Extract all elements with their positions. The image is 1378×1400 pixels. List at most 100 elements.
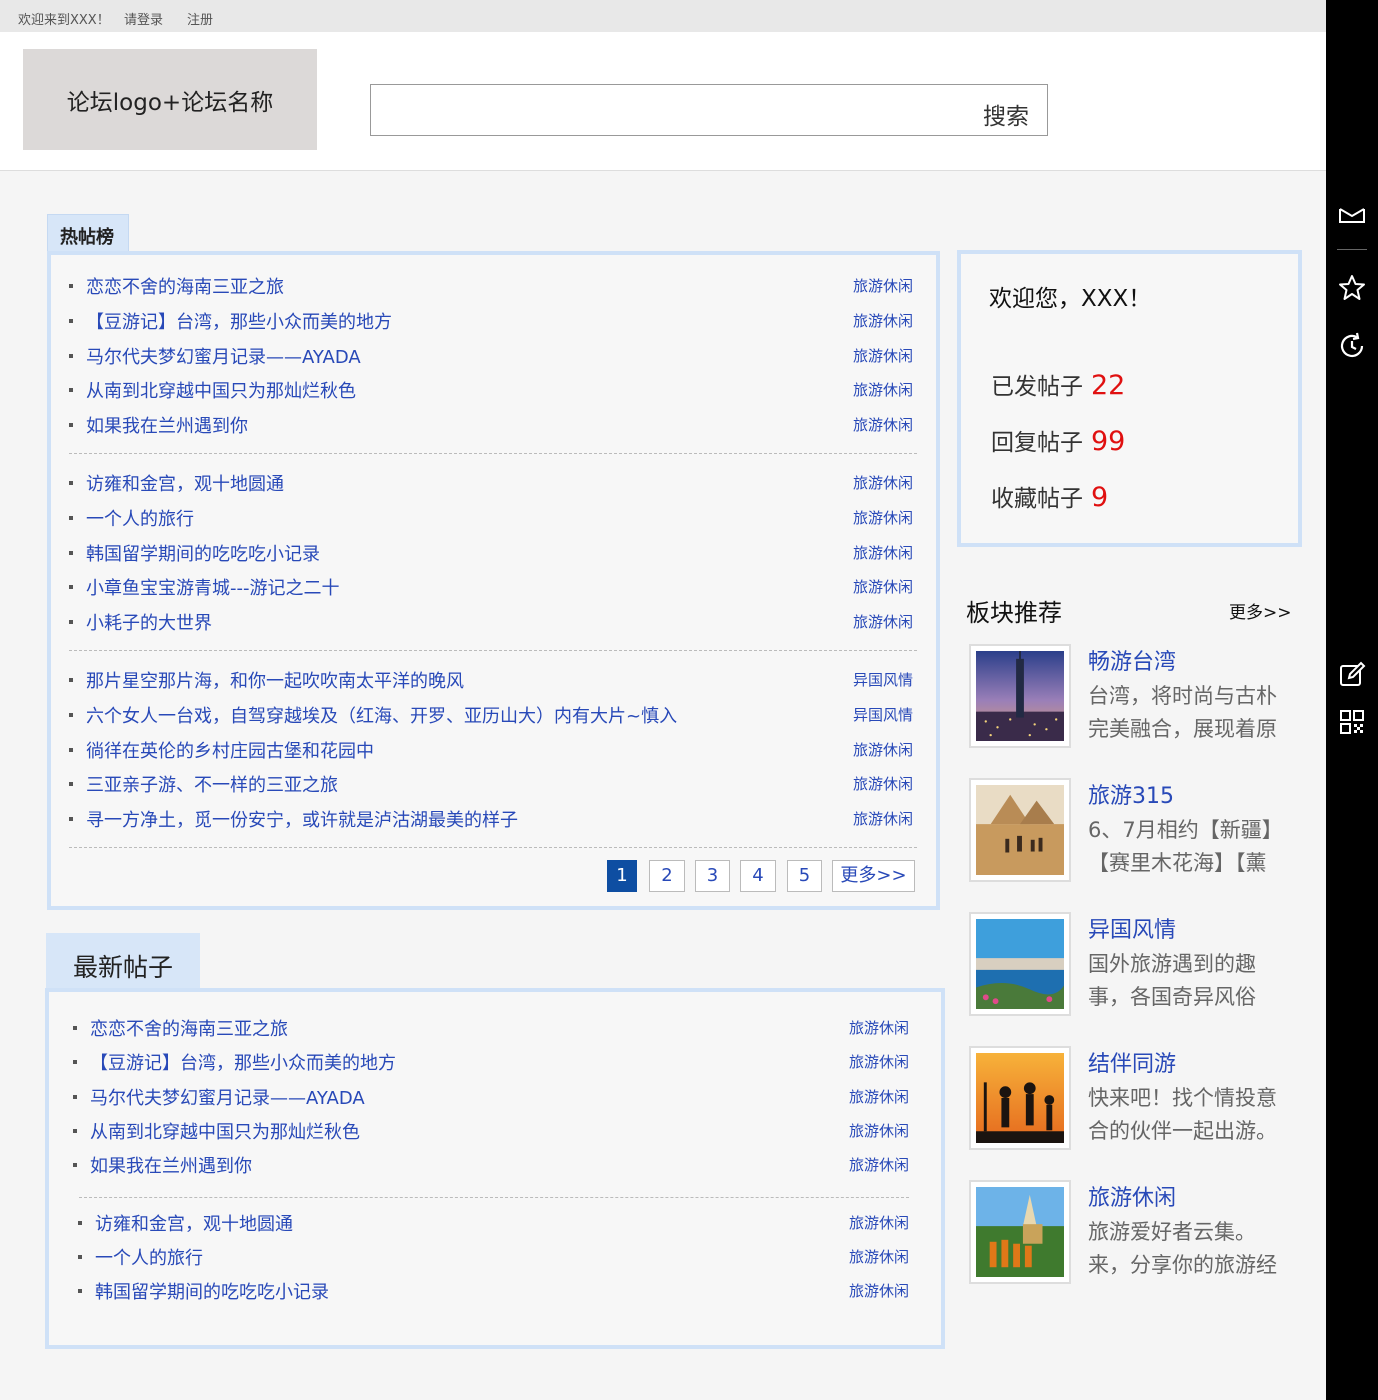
register-link[interactable]: 注册 xyxy=(187,9,213,28)
recommend-name[interactable]: 畅游台湾 xyxy=(1088,644,1176,676)
post-row[interactable]: 寻一方净土，觅一份安宁，或许就是泸沽湖最美的样子 旅游休闲 xyxy=(69,806,919,834)
post-row[interactable]: 韩国留学期间的吃吃吃小记录 旅游休闲 xyxy=(78,1278,918,1306)
post-category-tag[interactable]: 旅游休闲 xyxy=(853,611,913,632)
post-row[interactable]: 一个人的旅行 旅游休闲 xyxy=(78,1244,918,1272)
recommend-item[interactable]: 畅游台湾 台湾，将时尚与古朴完美融合，展现着原 xyxy=(969,644,1299,754)
recommend-name[interactable]: 结伴同游 xyxy=(1088,1046,1176,1078)
pyramids-camels-photo[interactable] xyxy=(969,778,1071,882)
post-category-tag[interactable]: 旅游休闲 xyxy=(849,1051,909,1072)
page-4-button[interactable]: 4 xyxy=(740,860,776,892)
post-category-tag[interactable]: 旅游休闲 xyxy=(853,472,913,493)
page-2-button[interactable]: 2 xyxy=(649,860,685,892)
post-title[interactable]: 马尔代夫梦幻蜜月记录——AYADA xyxy=(90,1084,365,1110)
recommend-name[interactable]: 异国风情 xyxy=(1088,912,1176,944)
post-category-tag[interactable]: 旅游休闲 xyxy=(853,379,913,400)
post-row[interactable]: 那片星空那片海，和你一起吹吹南太平洋的晚风 异国风情 xyxy=(69,667,919,695)
post-row[interactable]: 六个女人一台戏，自驾穿越埃及（红海、开罗、亚历山大）内有大片~慎入 异国风情 xyxy=(69,702,919,730)
post-title[interactable]: 三亚亲子游、不一样的三亚之旅 xyxy=(86,771,338,797)
post-title[interactable]: 六个女人一台戏，自驾穿越埃及（红海、开罗、亚历山大）内有大片~慎入 xyxy=(86,702,677,728)
post-row[interactable]: 恋恋不舍的海南三亚之旅 旅游休闲 xyxy=(73,1015,913,1043)
post-title[interactable]: 【豆游记】台湾，那些小众而美的地方 xyxy=(86,308,392,334)
post-row[interactable]: 马尔代夫梦幻蜜月记录——AYADA 旅游休闲 xyxy=(73,1084,913,1112)
post-title[interactable]: 如果我在兰州遇到你 xyxy=(86,412,248,438)
search-input[interactable]: 搜索 xyxy=(370,84,1048,136)
post-row[interactable]: 如果我在兰州遇到你 旅游休闲 xyxy=(69,412,919,440)
post-category-tag[interactable]: 旅游休闲 xyxy=(853,345,913,366)
post-category-tag[interactable]: 旅游休闲 xyxy=(853,808,913,829)
post-category-tag[interactable]: 旅游休闲 xyxy=(853,275,913,296)
post-row[interactable]: 韩国留学期间的吃吃吃小记录 旅游休闲 xyxy=(69,540,919,568)
post-title[interactable]: 恋恋不舍的海南三亚之旅 xyxy=(86,273,284,299)
post-row[interactable]: 从南到北穿越中国只为那灿烂秋色 旅游休闲 xyxy=(69,377,919,405)
post-title[interactable]: 访雍和金宫，观十地圆通 xyxy=(95,1210,293,1236)
post-row[interactable]: 徜徉在英伦的乡村庄园古堡和花园中 旅游休闲 xyxy=(69,737,919,765)
post-title[interactable]: 从南到北穿越中国只为那灿烂秋色 xyxy=(90,1118,360,1144)
post-category-tag[interactable]: 旅游休闲 xyxy=(849,1280,909,1301)
post-category-tag[interactable]: 旅游休闲 xyxy=(849,1154,909,1175)
star-icon[interactable] xyxy=(1337,273,1367,303)
recommend-more-link[interactable]: 更多>> xyxy=(1229,598,1292,623)
qrcode-icon[interactable] xyxy=(1337,707,1367,737)
hot-posts-tab[interactable]: 热帖榜 xyxy=(47,214,129,252)
stat-posted[interactable]: 已发帖子 22 xyxy=(991,367,1125,401)
coastal-town-photo[interactable] xyxy=(969,912,1071,1016)
post-category-tag[interactable]: 旅游休闲 xyxy=(849,1086,909,1107)
post-category-tag[interactable]: 旅游休闲 xyxy=(853,507,913,528)
post-title[interactable]: 那片星空那片海，和你一起吹吹南太平洋的晚风 xyxy=(86,667,464,693)
post-category-tag[interactable]: 旅游休闲 xyxy=(853,310,913,331)
recommend-item[interactable]: 旅游休闲 旅游爱好者云集。来，分享你的旅游经 xyxy=(969,1180,1299,1290)
post-row[interactable]: 三亚亲子游、不一样的三亚之旅 旅游休闲 xyxy=(69,771,919,799)
post-title[interactable]: 一个人的旅行 xyxy=(86,505,194,531)
recommend-name[interactable]: 旅游休闲 xyxy=(1088,1180,1176,1212)
post-title[interactable]: 一个人的旅行 xyxy=(95,1244,203,1270)
post-title[interactable]: 韩国留学期间的吃吃吃小记录 xyxy=(86,540,320,566)
post-title[interactable]: 小耗子的大世界 xyxy=(86,609,212,635)
post-category-tag[interactable]: 异国风情 xyxy=(853,704,913,725)
mail-icon[interactable] xyxy=(1337,200,1367,230)
post-category-tag[interactable]: 旅游休闲 xyxy=(849,1017,909,1038)
post-title[interactable]: 小章鱼宝宝游青城---游记之二十 xyxy=(86,574,339,600)
stat-replied[interactable]: 回复帖子 99 xyxy=(991,423,1125,457)
post-row[interactable]: 小章鱼宝宝游青城---游记之二十 旅游休闲 xyxy=(69,574,919,602)
latest-posts-tab[interactable]: 最新帖子 xyxy=(46,933,200,991)
search-button[interactable]: 搜索 xyxy=(983,97,1029,131)
post-category-tag[interactable]: 旅游休闲 xyxy=(849,1246,909,1267)
post-title[interactable]: 恋恋不舍的海南三亚之旅 xyxy=(90,1015,288,1041)
recommend-item[interactable]: 旅游315 6、7月相约【新疆】【赛里木花海】【薰 xyxy=(969,778,1299,888)
post-category-tag[interactable]: 旅游休闲 xyxy=(853,773,913,794)
sunset-dancing-silhouettes-photo[interactable] xyxy=(969,1046,1071,1150)
post-category-tag[interactable]: 旅游休闲 xyxy=(853,576,913,597)
post-title[interactable]: 马尔代夫梦幻蜜月记录——AYADA xyxy=(86,343,361,369)
stat-favorited[interactable]: 收藏帖子 9 xyxy=(991,479,1108,513)
post-row[interactable]: 从南到北穿越中国只为那灿烂秋色 旅游休闲 xyxy=(73,1118,913,1146)
post-title[interactable]: 【豆游记】台湾，那些小众而美的地方 xyxy=(90,1049,396,1075)
taipei-101-night-photo[interactable] xyxy=(969,644,1071,748)
post-category-tag[interactable]: 旅游休闲 xyxy=(849,1212,909,1233)
post-category-tag[interactable]: 旅游休闲 xyxy=(853,414,913,435)
post-title[interactable]: 访雍和金宫，观十地圆通 xyxy=(86,470,284,496)
post-row[interactable]: 一个人的旅行 旅游休闲 xyxy=(69,505,919,533)
post-category-tag[interactable]: 旅游休闲 xyxy=(849,1120,909,1141)
recommend-name[interactable]: 旅游315 xyxy=(1088,778,1174,810)
post-row[interactable]: 【豆游记】台湾，那些小众而美的地方 旅游休闲 xyxy=(69,308,919,336)
post-title[interactable]: 如果我在兰州遇到你 xyxy=(90,1152,252,1178)
edit-icon[interactable] xyxy=(1337,660,1367,690)
post-category-tag[interactable]: 旅游休闲 xyxy=(853,542,913,563)
page-1-button[interactable]: 1 xyxy=(607,860,637,892)
post-title[interactable]: 从南到北穿越中国只为那灿烂秋色 xyxy=(86,377,356,403)
more-pages-button[interactable]: 更多>> xyxy=(832,860,915,892)
forum-logo[interactable]: 论坛logo+论坛名称 xyxy=(23,49,317,150)
page-3-button[interactable]: 3 xyxy=(695,860,730,892)
post-title[interactable]: 韩国留学期间的吃吃吃小记录 xyxy=(95,1278,329,1304)
post-row[interactable]: 恋恋不舍的海南三亚之旅 旅游休闲 xyxy=(69,273,919,301)
post-category-tag[interactable]: 旅游休闲 xyxy=(853,739,913,760)
history-icon[interactable] xyxy=(1337,331,1367,361)
post-title[interactable]: 徜徉在英伦的乡村庄园古堡和花园中 xyxy=(86,737,374,763)
post-row[interactable]: 马尔代夫梦幻蜜月记录——AYADA 旅游休闲 xyxy=(69,343,919,371)
recommend-item[interactable]: 异国风情 国外旅游遇到的趣事，各国奇异风俗 xyxy=(969,912,1299,1022)
post-title[interactable]: 寻一方净土，觅一份安宁，或许就是泸沽湖最美的样子 xyxy=(86,806,518,832)
page-5-button[interactable]: 5 xyxy=(787,860,822,892)
login-link[interactable]: 请登录 xyxy=(124,9,163,28)
post-category-tag[interactable]: 异国风情 xyxy=(853,669,913,690)
temple-monks-photo[interactable] xyxy=(969,1180,1071,1284)
